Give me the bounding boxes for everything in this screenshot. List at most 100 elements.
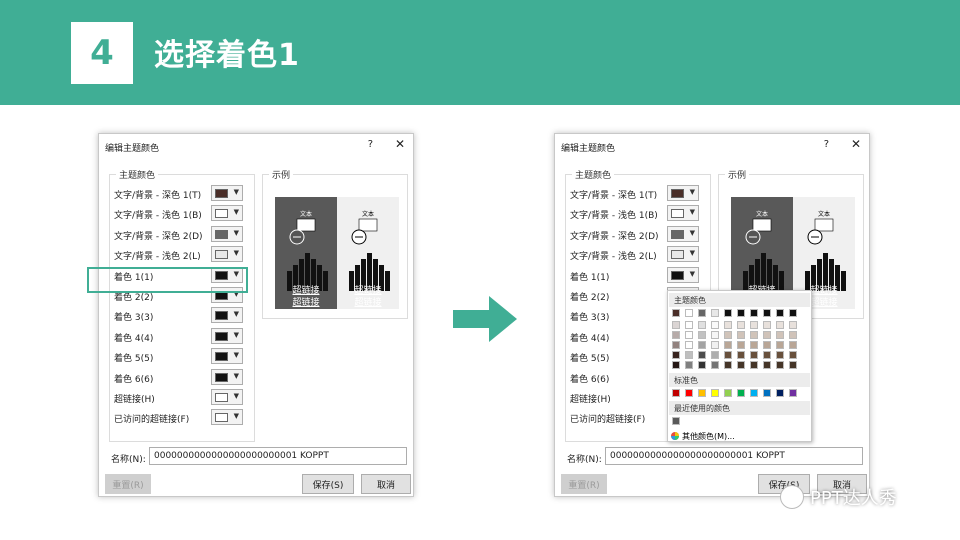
color-picker-button[interactable]: ▼ bbox=[211, 409, 243, 426]
theme-tint-cell[interactable] bbox=[685, 361, 693, 369]
save-button[interactable]: 保存(S) bbox=[302, 474, 354, 494]
standard-color-cell[interactable] bbox=[711, 389, 719, 397]
theme-tint-cell[interactable] bbox=[672, 341, 680, 349]
color-picker-button[interactable]: ▼ bbox=[211, 389, 243, 405]
theme-tint-cell[interactable] bbox=[763, 321, 771, 329]
theme-color-cell[interactable] bbox=[763, 309, 771, 317]
standard-color-cell[interactable] bbox=[672, 389, 680, 397]
theme-color-cell[interactable] bbox=[672, 309, 680, 317]
theme-tint-cell[interactable] bbox=[711, 341, 719, 349]
theme-tint-cell[interactable] bbox=[685, 351, 693, 359]
theme-tint-cell[interactable] bbox=[737, 321, 745, 329]
theme-tint-cell[interactable] bbox=[685, 331, 693, 339]
color-picker-button[interactable]: ▼ bbox=[211, 348, 243, 365]
color-picker-button[interactable]: ▼ bbox=[211, 307, 243, 324]
theme-color-cell[interactable] bbox=[750, 309, 758, 317]
close-icon[interactable]: ✕ bbox=[395, 137, 405, 151]
theme-color-cell[interactable] bbox=[724, 309, 732, 317]
theme-color-cell[interactable] bbox=[789, 309, 797, 317]
theme-tint-cell[interactable] bbox=[750, 321, 758, 329]
theme-tint-cell[interactable] bbox=[698, 321, 706, 329]
recent-color-cell[interactable] bbox=[672, 417, 680, 425]
theme-tint-cell[interactable] bbox=[763, 361, 771, 369]
theme-tint-cell[interactable] bbox=[698, 331, 706, 339]
theme-tint-cell[interactable] bbox=[737, 331, 745, 339]
standard-color-cell[interactable] bbox=[789, 389, 797, 397]
theme-tint-cell[interactable] bbox=[776, 321, 784, 329]
theme-tint-cell[interactable] bbox=[698, 341, 706, 349]
theme-color-cell[interactable] bbox=[711, 309, 719, 317]
theme-color-cell[interactable] bbox=[685, 309, 693, 317]
color-picker-button[interactable]: ▼ bbox=[667, 266, 699, 283]
more-colors-link[interactable]: 其他颜色(M)... bbox=[682, 431, 735, 442]
theme-tint-cell[interactable] bbox=[776, 351, 784, 359]
color-row-label: 着色 4(4) bbox=[114, 333, 154, 344]
theme-tint-cell[interactable] bbox=[711, 351, 719, 359]
reset-button[interactable]: 重置(R) bbox=[105, 474, 151, 494]
standard-color-cell[interactable] bbox=[737, 389, 745, 397]
color-picker-button[interactable]: ▼ bbox=[211, 225, 243, 242]
theme-tint-cell[interactable] bbox=[789, 331, 797, 339]
sample-preview: 文本 超链接 超链接 文本 超链接 超链接 bbox=[275, 197, 399, 309]
standard-color-cell[interactable] bbox=[763, 389, 771, 397]
theme-tint-cell[interactable] bbox=[672, 351, 680, 359]
color-picker-button[interactable]: ▼ bbox=[211, 185, 243, 201]
theme-tint-cell[interactable] bbox=[789, 341, 797, 349]
color-picker-button[interactable]: ▼ bbox=[667, 185, 699, 201]
theme-tint-cell[interactable] bbox=[711, 361, 719, 369]
help-icon[interactable]: ? bbox=[824, 139, 829, 150]
name-input[interactable]: 0000000000000000000000001 KOPPT bbox=[605, 447, 863, 465]
name-input[interactable]: 0000000000000000000000001 KOPPT bbox=[149, 447, 407, 465]
color-picker-button[interactable]: ▼ bbox=[667, 205, 699, 222]
theme-tint-cell[interactable] bbox=[763, 331, 771, 339]
standard-color-cell[interactable] bbox=[685, 389, 693, 397]
standard-color-cell[interactable] bbox=[698, 389, 706, 397]
theme-color-cell[interactable] bbox=[776, 309, 784, 317]
theme-tint-cell[interactable] bbox=[711, 321, 719, 329]
theme-tint-cell[interactable] bbox=[672, 321, 680, 329]
theme-tint-cell[interactable] bbox=[685, 321, 693, 329]
theme-tint-cell[interactable] bbox=[750, 331, 758, 339]
color-swatch bbox=[671, 270, 684, 280]
theme-tint-cell[interactable] bbox=[737, 341, 745, 349]
standard-color-cell[interactable] bbox=[724, 389, 732, 397]
theme-tint-cell[interactable] bbox=[776, 361, 784, 369]
theme-tint-cell[interactable] bbox=[672, 361, 680, 369]
theme-tint-cell[interactable] bbox=[698, 361, 706, 369]
color-picker-button[interactable]: ▼ bbox=[211, 246, 243, 263]
theme-tint-cell[interactable] bbox=[737, 351, 745, 359]
theme-tint-cell[interactable] bbox=[672, 331, 680, 339]
theme-tint-cell[interactable] bbox=[711, 331, 719, 339]
close-icon[interactable]: ✕ bbox=[851, 137, 861, 151]
theme-tint-cell[interactable] bbox=[750, 361, 758, 369]
theme-tint-cell[interactable] bbox=[698, 351, 706, 359]
color-picker-button[interactable]: ▼ bbox=[211, 368, 243, 385]
theme-tint-cell[interactable] bbox=[737, 361, 745, 369]
cancel-button[interactable]: 取消 bbox=[361, 474, 411, 494]
theme-tint-cell[interactable] bbox=[724, 331, 732, 339]
theme-tint-cell[interactable] bbox=[776, 341, 784, 349]
standard-color-cell[interactable] bbox=[750, 389, 758, 397]
theme-tint-cell[interactable] bbox=[763, 351, 771, 359]
theme-tint-cell[interactable] bbox=[750, 341, 758, 349]
color-picker-button[interactable]: ▼ bbox=[211, 205, 243, 222]
theme-tint-cell[interactable] bbox=[789, 351, 797, 359]
theme-tint-cell[interactable] bbox=[750, 351, 758, 359]
theme-tint-cell[interactable] bbox=[724, 351, 732, 359]
theme-tint-cell[interactable] bbox=[789, 361, 797, 369]
theme-tint-cell[interactable] bbox=[724, 341, 732, 349]
theme-tint-cell[interactable] bbox=[776, 331, 784, 339]
standard-color-cell[interactable] bbox=[776, 389, 784, 397]
theme-color-cell[interactable] bbox=[698, 309, 706, 317]
color-picker-button[interactable]: ▼ bbox=[667, 246, 699, 263]
theme-color-cell[interactable] bbox=[737, 309, 745, 317]
help-icon[interactable]: ? bbox=[368, 139, 373, 150]
reset-button[interactable]: 重置(R) bbox=[561, 474, 607, 494]
theme-tint-cell[interactable] bbox=[724, 321, 732, 329]
theme-tint-cell[interactable] bbox=[685, 341, 693, 349]
color-picker-button[interactable]: ▼ bbox=[667, 225, 699, 242]
theme-tint-cell[interactable] bbox=[724, 361, 732, 369]
color-picker-button[interactable]: ▼ bbox=[211, 327, 243, 344]
theme-tint-cell[interactable] bbox=[789, 321, 797, 329]
theme-tint-cell[interactable] bbox=[763, 341, 771, 349]
